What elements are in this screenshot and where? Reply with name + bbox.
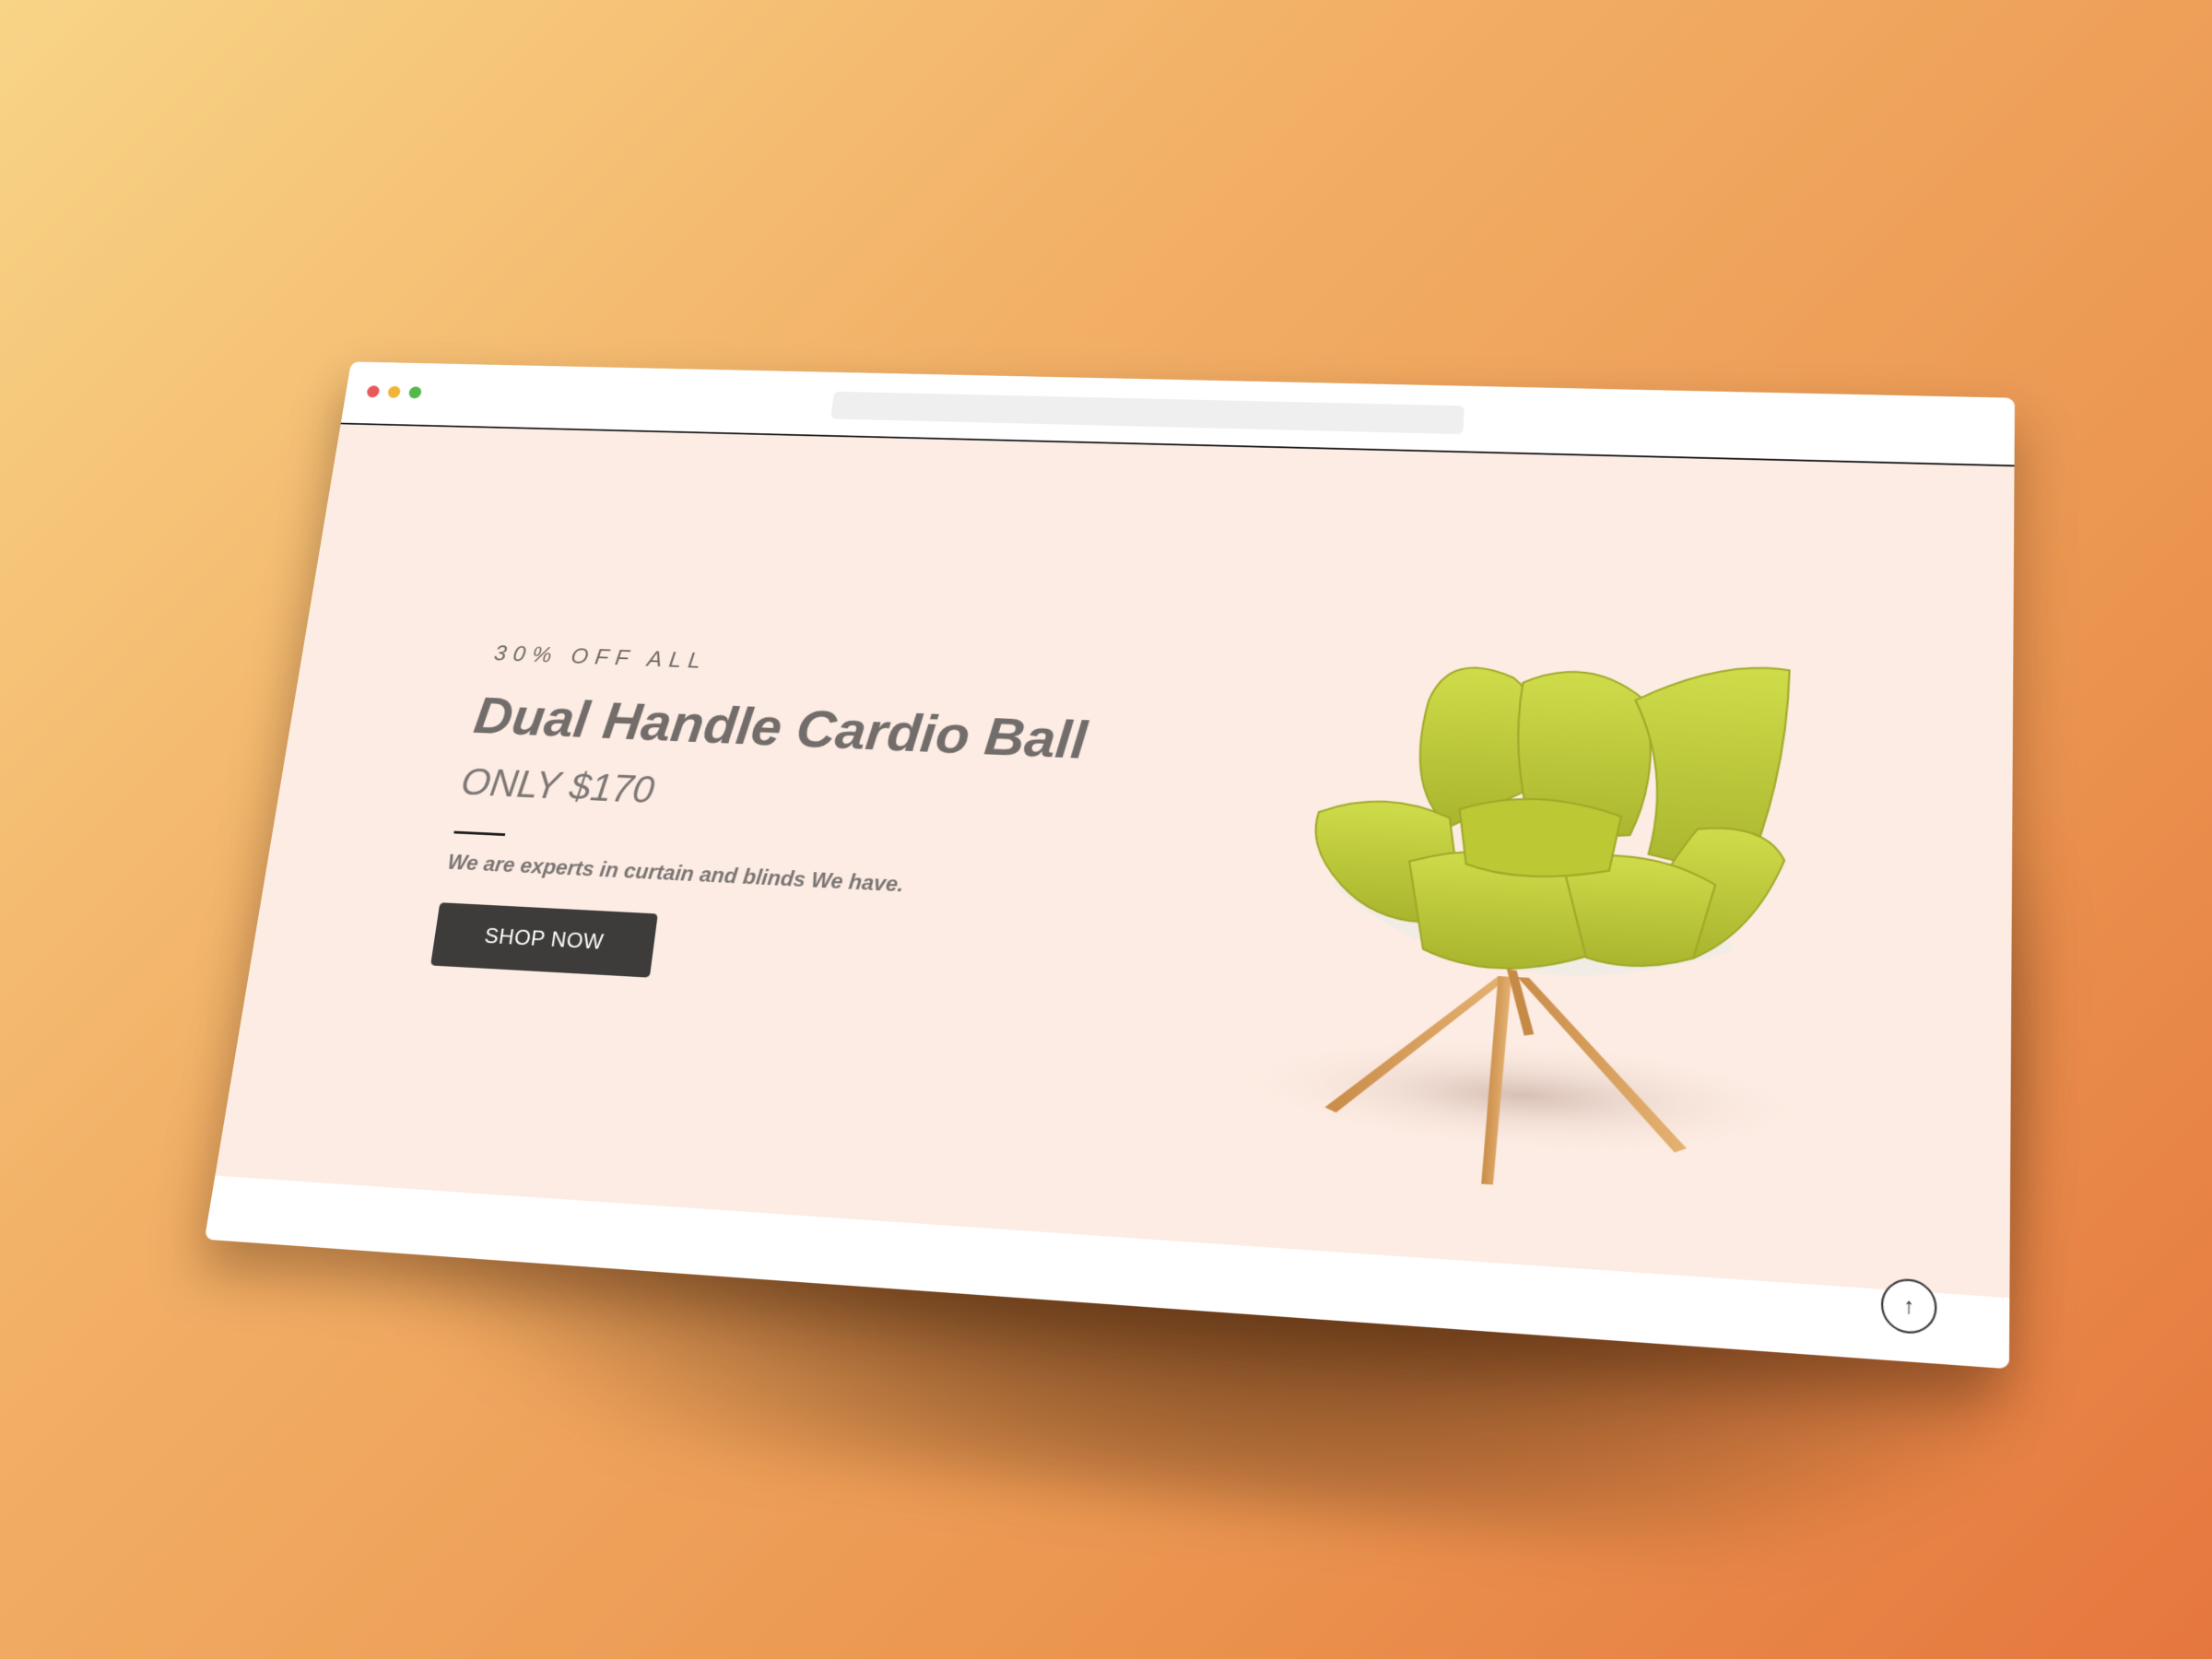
address-bar[interactable] (830, 392, 1465, 434)
maximize-window-button[interactable] (408, 386, 422, 398)
arrow-up-icon: ↑ (1903, 1293, 1915, 1320)
product-price: ONLY $170 (458, 761, 656, 813)
minimize-window-button[interactable] (387, 386, 401, 398)
stage: 30% OFF ALL Dual Handle Cardio Ball ONLY… (0, 0, 2212, 1659)
shop-now-button[interactable]: SHOP NOW (430, 902, 658, 978)
product-chair-image (1198, 591, 1877, 1209)
product-headline: Dual Handle Cardio Ball (470, 686, 1089, 771)
product-description: We are experts in curtain and blinds We … (446, 851, 905, 898)
browser-window: 30% OFF ALL Dual Handle Cardio Ball ONLY… (205, 361, 2015, 1369)
discount-label: 30% OFF ALL (492, 641, 709, 675)
divider-line (453, 831, 505, 836)
hero-section: 30% OFF ALL Dual Handle Cardio Ball ONLY… (215, 424, 2014, 1298)
close-window-button[interactable] (366, 385, 380, 397)
